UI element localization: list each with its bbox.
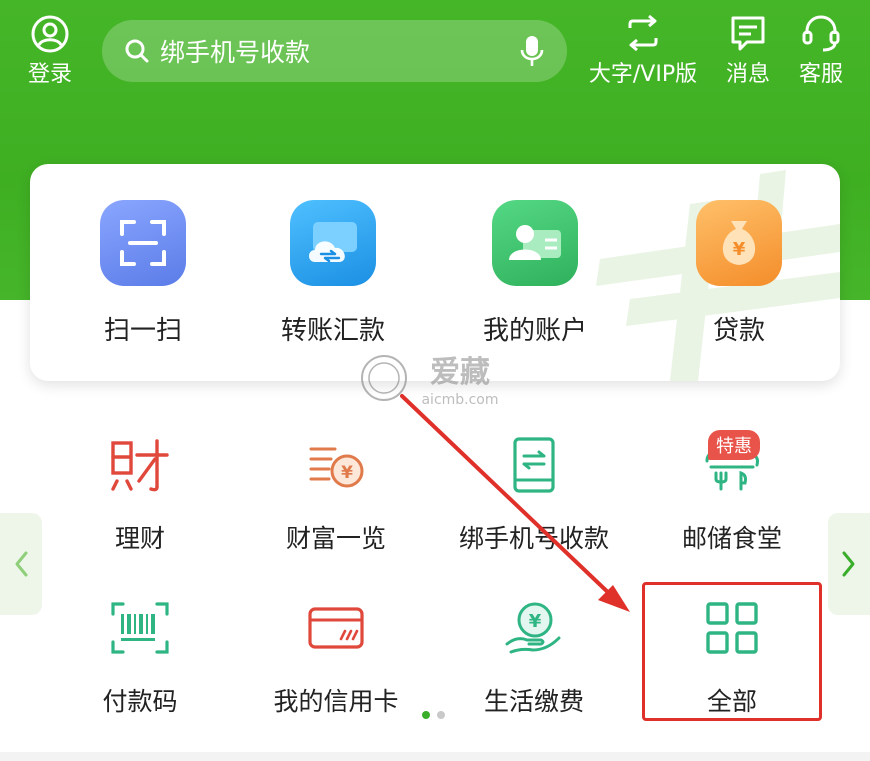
quick-action-label: 转账汇款 — [280, 316, 385, 346]
grid-item-wealth-overview[interactable]: ¥ 财富一览 — [236, 435, 436, 555]
credit-card-icon — [236, 598, 436, 658]
svg-text:¥: ¥ — [529, 611, 542, 632]
bill-pay-icon: ¥ — [434, 598, 634, 658]
login-button[interactable]: 登录 — [20, 14, 80, 88]
grid-all-icon — [632, 598, 832, 658]
switch-icon — [628, 14, 658, 52]
headset-icon — [802, 15, 840, 52]
quick-action-label: 贷款 — [712, 316, 765, 346]
quick-action-label: 我的账户 — [482, 316, 587, 346]
bigfont-label: 大字/VIP版 — [588, 62, 698, 87]
grid-item-payment-code[interactable]: 付款码 — [40, 598, 240, 718]
money-bag-icon: ¥ — [696, 200, 782, 286]
quick-action-transfer[interactable]: 转账汇款 — [248, 200, 418, 347]
message-icon — [731, 16, 765, 51]
microphone-icon[interactable] — [519, 34, 545, 68]
grid-item-label: 生活缴费 — [483, 687, 584, 716]
scan-icon — [100, 200, 186, 286]
grid-item-bill-pay[interactable]: ¥ 生活缴费 — [434, 598, 634, 718]
svg-text:¥: ¥ — [341, 463, 353, 483]
search-icon — [125, 39, 149, 63]
chevron-left-icon — [15, 551, 28, 577]
watermark-domain: aicmb.com — [421, 392, 498, 408]
barcode-icon — [40, 598, 240, 658]
transfer-cloud-icon — [290, 200, 376, 286]
page-dot — [437, 711, 445, 719]
grid-item-phone-payment[interactable]: 绑手机号收款 — [434, 435, 634, 555]
grid-item-all[interactable]: 全部 — [632, 598, 832, 718]
quick-action-account[interactable]: 我的账户 — [450, 200, 620, 347]
coins-icon: ¥ — [236, 435, 436, 495]
login-label: 登录 — [27, 62, 72, 87]
quick-action-scan[interactable]: 扫一扫 — [58, 200, 228, 347]
user-icon — [31, 15, 69, 53]
grid-item-label: 付款码 — [102, 687, 178, 716]
grid-item-credit-card[interactable]: 我的信用卡 — [236, 598, 436, 718]
customer-service-button[interactable]: 客服 — [790, 12, 852, 88]
grid-item-label: 邮储食堂 — [681, 524, 782, 553]
wealth-char-icon — [40, 435, 240, 495]
section-divider — [0, 752, 870, 761]
service-label: 客服 — [798, 62, 843, 87]
quick-action-loan[interactable]: ¥ 贷款 — [654, 200, 824, 347]
promo-badge: 特惠 — [708, 430, 760, 460]
account-card-icon — [492, 200, 578, 286]
watermark-logo-text: 爱藏 — [430, 355, 490, 390]
phone-transfer-icon — [434, 435, 634, 495]
search-placeholder: 绑手机号收款 — [160, 38, 311, 67]
chevron-right-icon — [842, 551, 855, 577]
svg-text:¥: ¥ — [733, 239, 746, 260]
grid-item-label: 绑手机号收款 — [458, 524, 609, 553]
previous-page-button[interactable] — [0, 513, 42, 615]
grid-item-label: 全部 — [706, 687, 757, 716]
messages-button[interactable]: 消息 — [718, 12, 778, 88]
messages-label: 消息 — [725, 62, 770, 87]
search-bar[interactable]: 绑手机号收款 — [102, 20, 567, 82]
grid-item-label: 理财 — [114, 524, 165, 553]
quick-action-label: 扫一扫 — [103, 316, 182, 346]
grid-item-wealth[interactable]: 理财 — [40, 435, 240, 555]
page-indicator — [422, 711, 445, 719]
grid-item-label: 财富一览 — [285, 524, 386, 553]
grid-item-label: 我的信用卡 — [273, 687, 399, 716]
site-watermark: 爱藏 aicmb.com — [361, 355, 499, 408]
bigfont-vip-button[interactable]: 大字/VIP版 — [578, 12, 708, 88]
page-dot-active — [422, 711, 430, 719]
next-page-button[interactable] — [828, 513, 870, 615]
